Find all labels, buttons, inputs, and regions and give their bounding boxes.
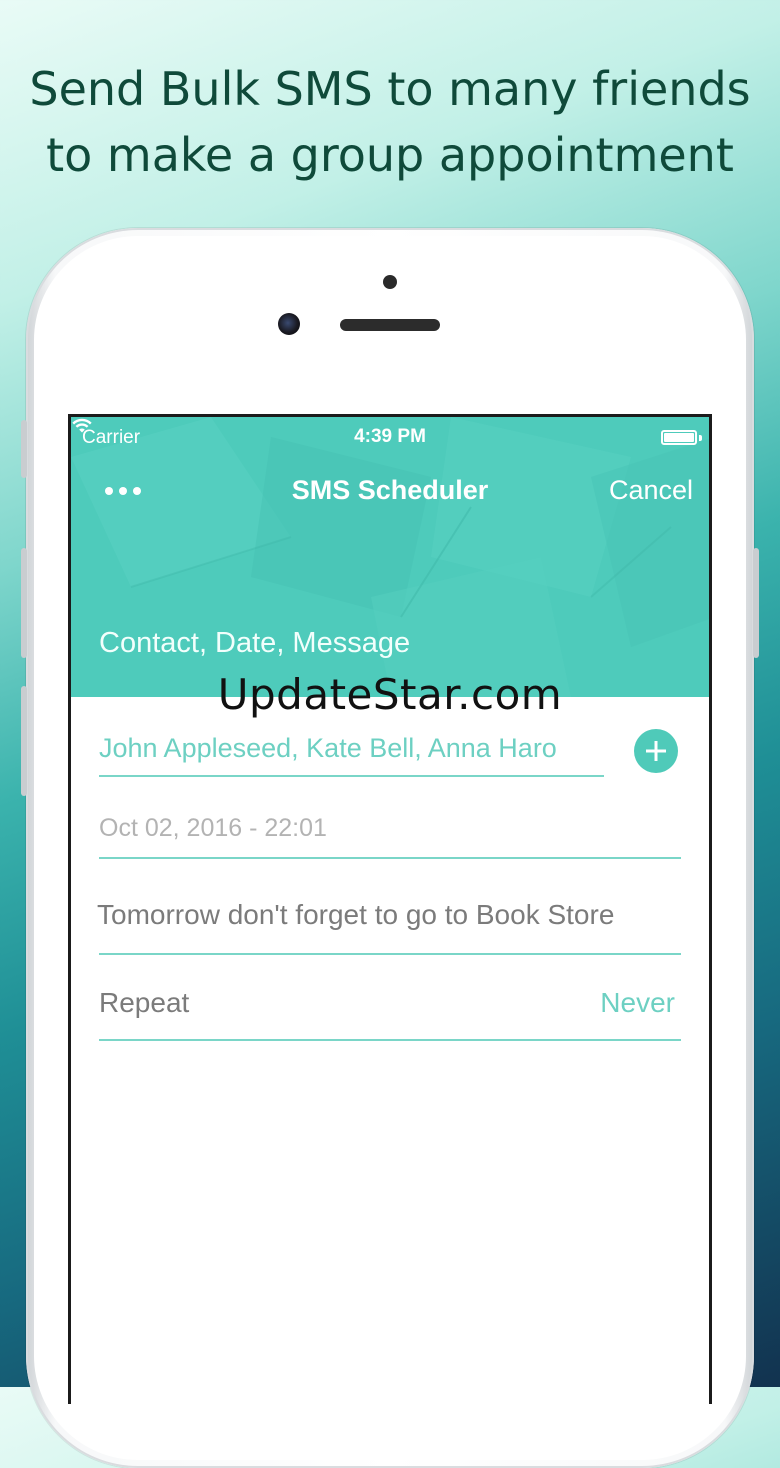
promo-headline-line2: to make a group appointment — [46, 128, 734, 182]
message-field[interactable]: Tomorrow don't forget to go to Book Stor… — [97, 887, 681, 955]
contacts-value: John Appleseed, Kate Bell, Anna Haro — [99, 733, 557, 763]
battery-level — [664, 433, 694, 442]
repeat-value: Never — [600, 987, 675, 1018]
watermark: UpdateStar.com — [217, 670, 563, 719]
contacts-field[interactable]: John Appleseed, Kate Bell, Anna Haro — [99, 729, 604, 777]
date-field[interactable]: Oct 02, 2016 - 22:01 — [99, 809, 681, 859]
navigation-bar: SMS Scheduler Cancel — [71, 469, 709, 519]
header-banner: Carrier 4:39 PM SMS Scheduler Cancel Con… — [71, 417, 709, 697]
message-value: Tomorrow don't forget to go to Book Stor… — [97, 899, 615, 930]
mute-switch — [21, 420, 27, 478]
status-bar: Carrier 4:39 PM — [71, 417, 709, 457]
front-camera-icon — [278, 313, 300, 335]
battery-tip-icon — [699, 435, 702, 441]
date-value: Oct 02, 2016 - 22:01 — [99, 814, 327, 842]
app-screen: Carrier 4:39 PM SMS Scheduler Cancel Con… — [68, 414, 712, 1404]
power-button — [753, 548, 759, 658]
promo-headline-line1: Send Bulk SMS to many friends — [29, 62, 751, 116]
repeat-label: Repeat — [99, 987, 190, 1018]
volume-up-button — [21, 548, 27, 658]
battery-icon — [661, 430, 697, 445]
cancel-button[interactable]: Cancel — [609, 475, 693, 506]
add-contact-button[interactable] — [634, 729, 678, 773]
proximity-sensor — [383, 275, 397, 289]
status-time: 4:39 PM — [354, 426, 426, 447]
earpiece-speaker — [340, 319, 440, 331]
repeat-row[interactable]: Repeat Never — [99, 983, 681, 1041]
section-label: Contact, Date, Message — [99, 627, 411, 659]
promo-headline: Send Bulk SMS to many friends to make a … — [0, 56, 780, 188]
